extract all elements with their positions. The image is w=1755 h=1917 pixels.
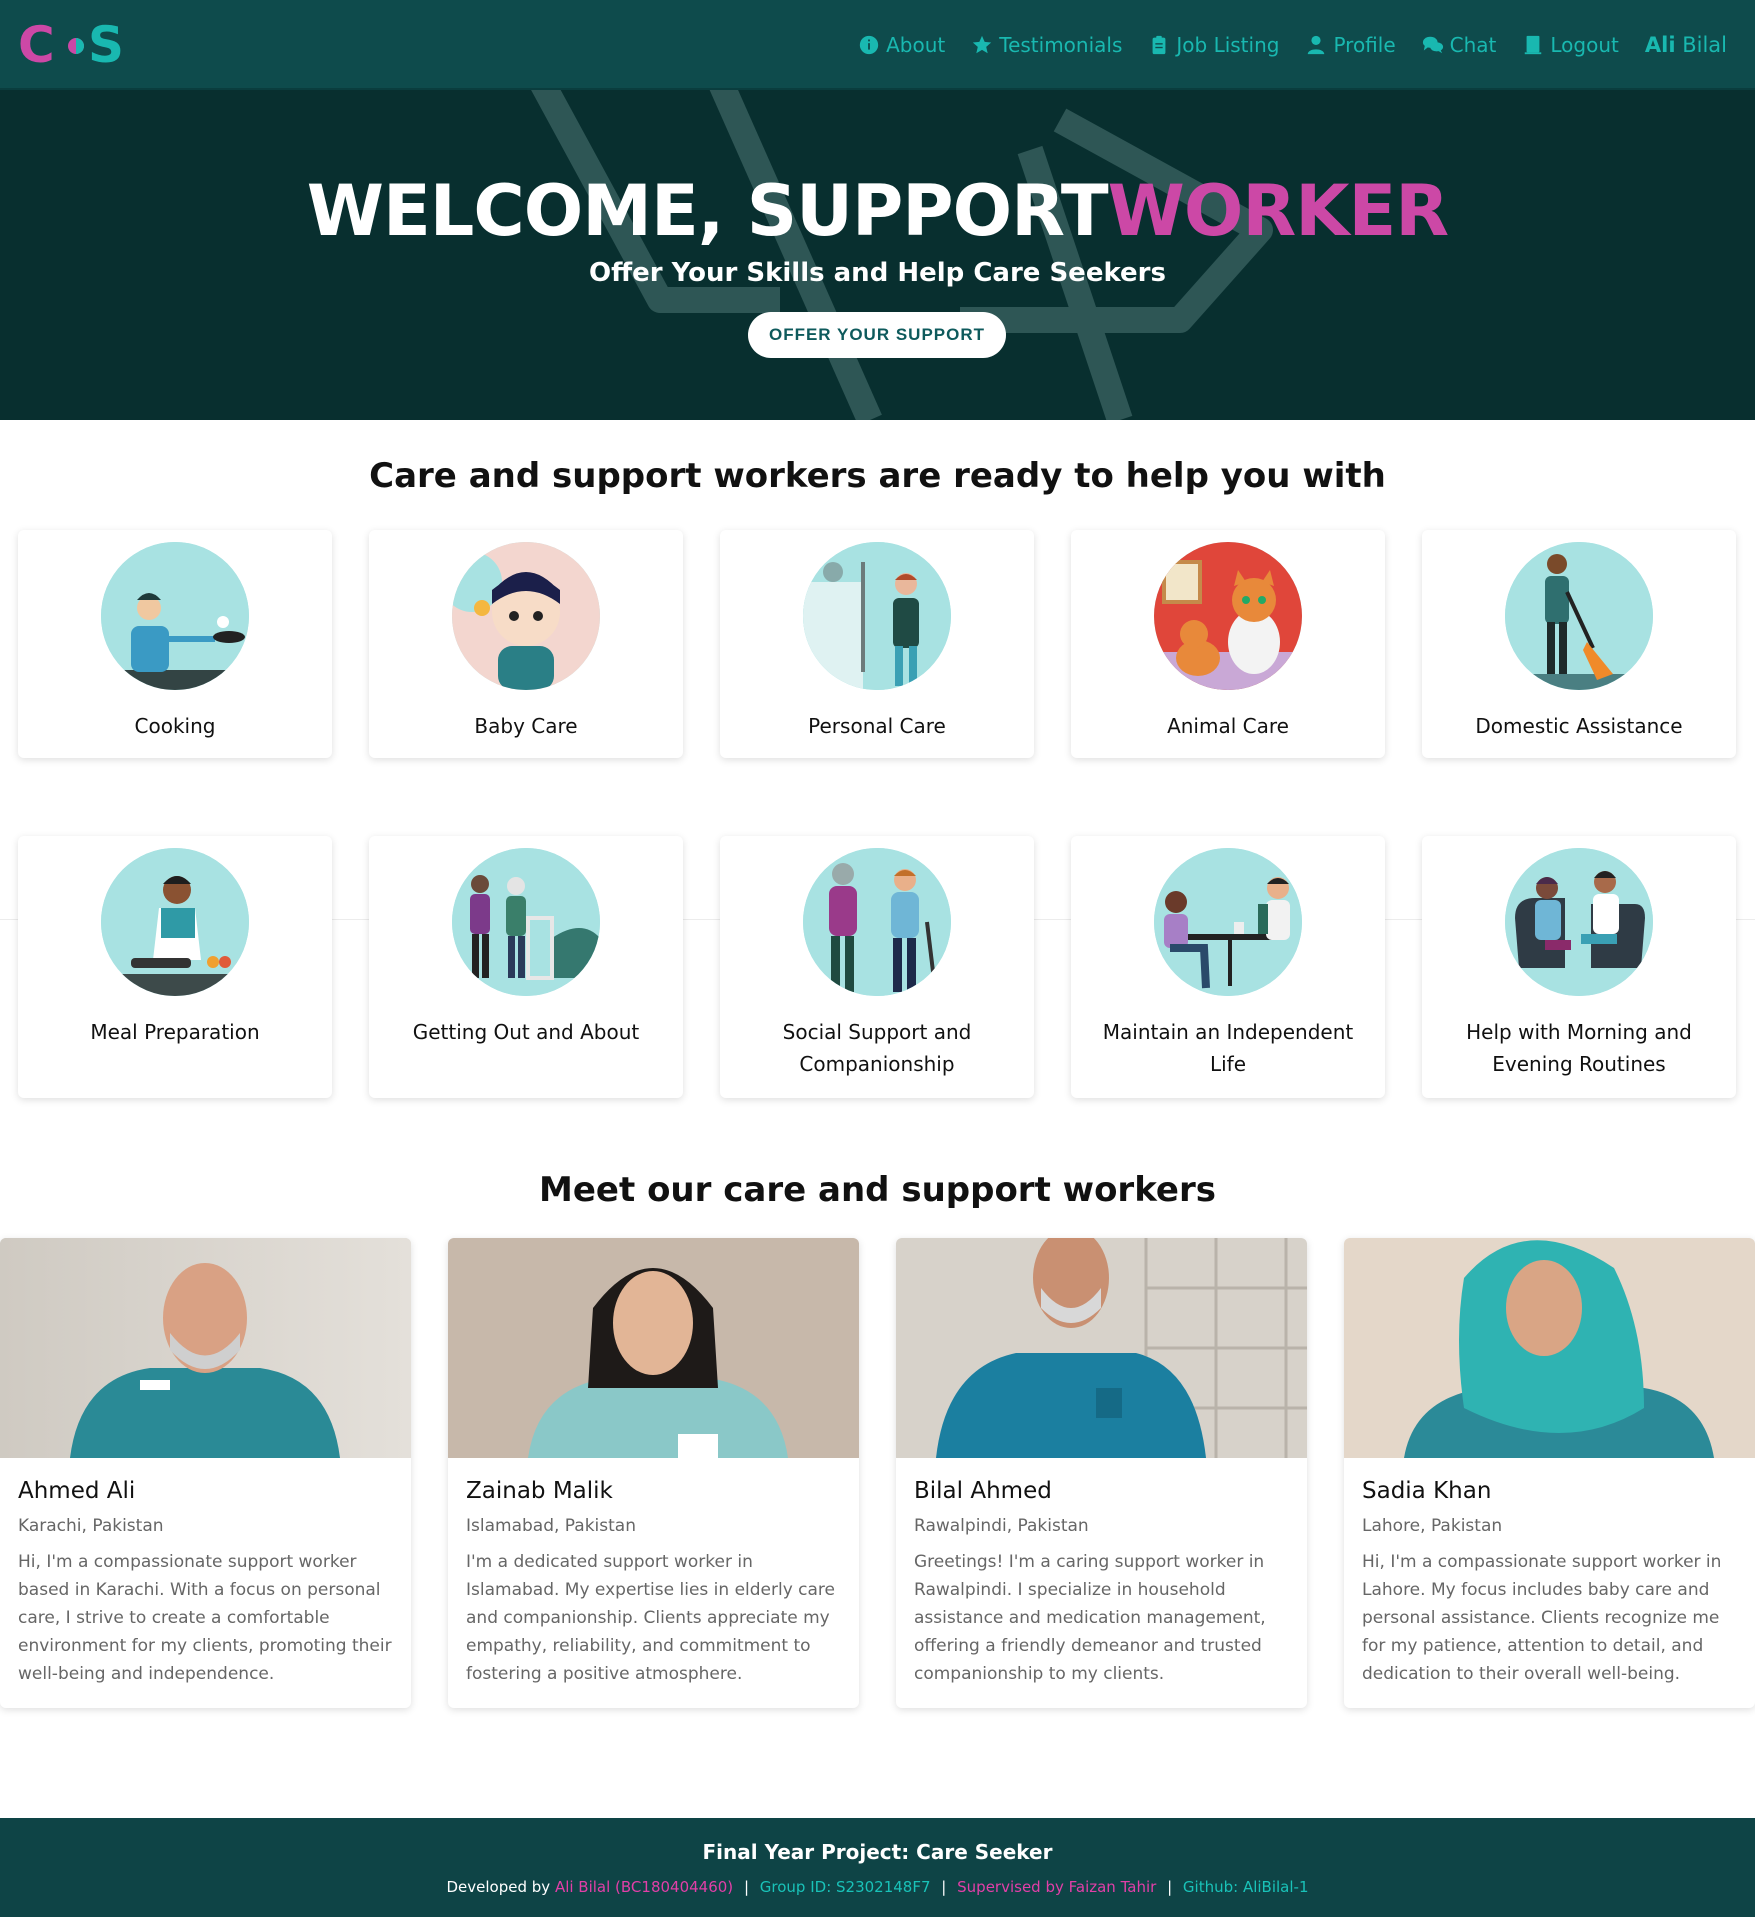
footer: Final Year Project: Care Seeker Develope… bbox=[0, 1818, 1755, 1917]
worker-bio: Greetings! I'm a caring support worker i… bbox=[914, 1552, 1266, 1684]
cooking-illustration bbox=[101, 542, 249, 690]
user-first-name: Ali bbox=[1644, 33, 1676, 57]
services-title: Care and support workers are ready to he… bbox=[369, 456, 1386, 496]
service-label: Personal Care bbox=[808, 714, 946, 738]
svg-text:S: S bbox=[88, 18, 124, 72]
worker-card[interactable]: Ahmed Ali Karachi, Pakistan Hi, I'm a co… bbox=[0, 1238, 411, 1708]
service-label: Baby Care bbox=[474, 714, 578, 738]
navbar: C S About Testimonials Job Listing Profi… bbox=[0, 0, 1755, 90]
hero-title-main: WELCOME, SUPPORT bbox=[306, 170, 1109, 252]
nav-profile-label: Profile bbox=[1333, 33, 1396, 57]
nav-about-label: About bbox=[886, 33, 946, 57]
worker-location: Rawalpindi, Pakistan bbox=[914, 1516, 1089, 1536]
meal-preparation-illustration bbox=[101, 848, 249, 996]
service-card-cooking[interactable]: Cooking bbox=[18, 530, 332, 758]
service-card-baby-care[interactable]: Baby Care bbox=[369, 530, 683, 758]
service-label: Meal Preparation bbox=[90, 1020, 260, 1044]
care-seeker-logo[interactable]: C S bbox=[18, 18, 128, 72]
user-last-name: Bilal bbox=[1682, 33, 1727, 57]
service-label: Domestic Assistance bbox=[1475, 714, 1683, 738]
worker-location: Lahore, Pakistan bbox=[1362, 1516, 1503, 1536]
footer-developer-link[interactable]: Ali Bilal (BC180404460) bbox=[555, 1878, 733, 1896]
service-label: Social Support and Companionship bbox=[782, 1020, 972, 1076]
footer-supervisor-link[interactable]: Supervised by Faizan Tahir bbox=[957, 1878, 1156, 1896]
service-label: Cooking bbox=[134, 714, 216, 738]
nav-testimonials[interactable]: Testimonials bbox=[971, 33, 1122, 57]
nav-profile[interactable]: Profile bbox=[1305, 33, 1396, 57]
book-icon bbox=[1525, 35, 1542, 55]
hero-banner: WELCOME, SUPPORTWORKER Offer Your Skills… bbox=[0, 90, 1755, 420]
worker-location: Islamabad, Pakistan bbox=[466, 1516, 636, 1536]
worker-location: Karachi, Pakistan bbox=[18, 1516, 164, 1536]
hero-subtitle: Offer Your Skills and Help Care Seekers bbox=[589, 258, 1166, 288]
worker-bio: Hi, I'm a compassionate support worker b… bbox=[18, 1552, 392, 1684]
service-card-personal-care[interactable]: Personal Care bbox=[720, 530, 1034, 758]
workers-grid: Ahmed Ali Karachi, Pakistan Hi, I'm a co… bbox=[0, 1238, 1755, 1708]
info-circle-icon bbox=[859, 35, 879, 55]
worker-card[interactable]: Zainab Malik Islamabad, Pakistan I'm a d… bbox=[448, 1238, 859, 1708]
domestic-assistance-illustration bbox=[1505, 542, 1653, 690]
personal-care-illustration bbox=[803, 542, 951, 690]
nav-chat-label: Chat bbox=[1449, 33, 1497, 57]
worker-bio: Hi, I'm a compassionate support worker i… bbox=[1362, 1552, 1722, 1684]
hero-title-accent: WORKER bbox=[1107, 170, 1450, 252]
clipboard-icon bbox=[1152, 35, 1166, 55]
chat-bubbles-icon bbox=[1422, 36, 1443, 54]
svg-text:C: C bbox=[18, 18, 55, 72]
service-label: Animal Care bbox=[1167, 714, 1289, 738]
service-label: Maintain an Independent Life bbox=[1102, 1020, 1354, 1076]
footer-credits: Developed by Ali Bilal (BC180404460) | G… bbox=[446, 1878, 1309, 1896]
user-icon bbox=[1308, 35, 1325, 55]
service-card-social-support[interactable]: Social Support and Companionship bbox=[720, 836, 1034, 1098]
hero-title: WELCOME, SUPPORTWORKER bbox=[0, 170, 1755, 252]
nav-job-listing-label: Job Listing bbox=[1176, 33, 1280, 57]
nav-logout[interactable]: Logout bbox=[1522, 33, 1619, 57]
service-card-domestic-assistance[interactable]: Domestic Assistance bbox=[1422, 530, 1736, 758]
animal-care-illustration bbox=[1154, 542, 1302, 690]
worker-card[interactable]: Bilal Ahmed Rawalpindi, Pakistan Greetin… bbox=[896, 1238, 1307, 1708]
hero-background-pattern bbox=[531, 90, 1273, 420]
current-user-name[interactable]: Ali Bilal bbox=[1645, 33, 1727, 57]
worker-name: Sadia Khan bbox=[1362, 1478, 1492, 1504]
routines-illustration bbox=[1505, 848, 1653, 996]
service-card-animal-care[interactable]: Animal Care bbox=[1071, 530, 1385, 758]
getting-out-illustration bbox=[452, 848, 600, 996]
worker-photo bbox=[448, 1238, 859, 1458]
footer-developed-by: Developed by bbox=[446, 1878, 551, 1896]
social-support-illustration bbox=[803, 848, 951, 996]
service-card-meal-preparation[interactable]: Meal Preparation bbox=[18, 836, 332, 1098]
star-icon bbox=[973, 35, 992, 54]
service-card-getting-out-and-about[interactable]: Getting Out and About bbox=[369, 836, 683, 1098]
footer-title: Final Year Project: Care Seeker bbox=[702, 1840, 1053, 1864]
independent-life-illustration bbox=[1154, 848, 1302, 996]
footer-github-link[interactable]: Github: AliBilal-1 bbox=[1183, 1878, 1309, 1896]
worker-photo bbox=[1344, 1238, 1755, 1458]
service-label: Getting Out and About bbox=[412, 1020, 640, 1044]
nav-testimonials-label: Testimonials bbox=[999, 33, 1123, 57]
service-card-independent-life[interactable]: Maintain an Independent Life bbox=[1071, 836, 1385, 1098]
worker-name: Bilal Ahmed bbox=[914, 1478, 1052, 1504]
baby-care-illustration bbox=[452, 542, 600, 690]
service-label: Help with Morning and Evening Routines bbox=[1466, 1020, 1692, 1076]
worker-photo bbox=[0, 1238, 411, 1458]
worker-photo bbox=[896, 1238, 1307, 1458]
services-grid: Cooking Baby Care Personal Care Animal C… bbox=[18, 530, 1738, 1098]
worker-bio: I'm a dedicated support worker in Islama… bbox=[466, 1552, 836, 1684]
nav-about[interactable]: About bbox=[858, 33, 945, 57]
service-card-morning-evening-routines[interactable]: Help with Morning and Evening Routines bbox=[1422, 836, 1736, 1098]
footer-group-id: Group ID: S2302148F7 bbox=[759, 1878, 931, 1896]
worker-name: Ahmed Ali bbox=[18, 1478, 136, 1504]
nav-job-listing[interactable]: Job Listing bbox=[1148, 33, 1279, 57]
worker-name: Zainab Malik bbox=[466, 1478, 613, 1504]
worker-card[interactable]: Sadia Khan Lahore, Pakistan Hi, I'm a co… bbox=[1344, 1238, 1755, 1708]
workers-title: Meet our care and support workers bbox=[539, 1170, 1216, 1210]
offer-support-button[interactable]: OFFER YOUR SUPPORT bbox=[748, 312, 1006, 358]
nav-chat[interactable]: Chat bbox=[1422, 33, 1497, 57]
nav-logout-label: Logout bbox=[1550, 33, 1619, 57]
